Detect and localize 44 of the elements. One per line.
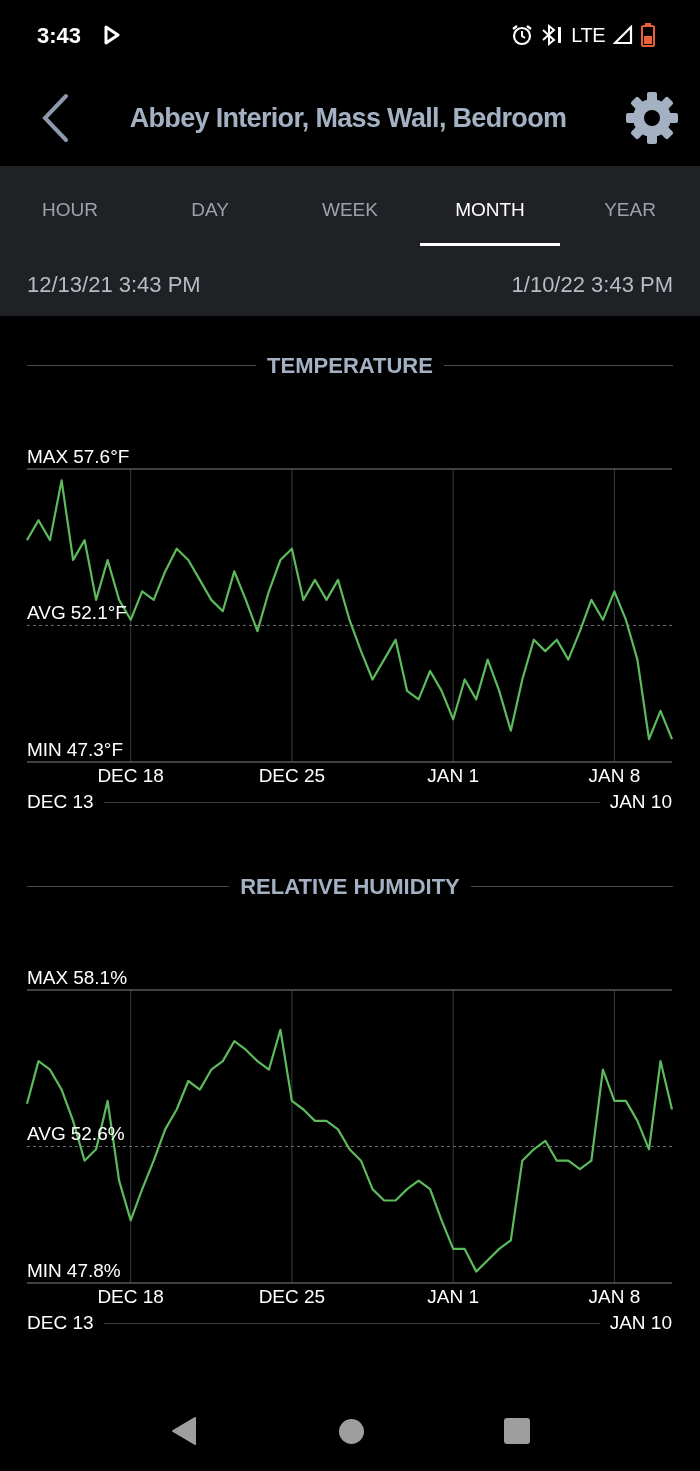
time-range-tab[interactable]: DAY — [140, 166, 280, 248]
play-icon — [103, 25, 122, 45]
section-title: TEMPERATURE — [266, 351, 434, 380]
range-end-label: JAN 10 — [609, 1312, 672, 1334]
time-range-tab[interactable]: MONTH — [420, 166, 560, 248]
time-range-tab[interactable]: HOUR — [0, 166, 140, 248]
range-start-label: DEC 13 — [27, 791, 94, 813]
stat-label: MIN — [27, 1260, 62, 1282]
end-date: 1/10/22 3:43 PM — [511, 271, 673, 299]
settings-button[interactable] — [624, 90, 680, 146]
axis-label: DEC 25 — [258, 765, 326, 787]
bluetooth-icon — [541, 23, 564, 47]
axis-label: 47.3°F — [66, 739, 123, 761]
start-date: 12/13/21 3:43 PM — [27, 271, 201, 299]
time-range-tab[interactable]: YEAR — [560, 166, 700, 248]
back-nav-button[interactable] — [170, 1416, 199, 1446]
recents-nav-button[interactable] — [503, 1418, 530, 1444]
axis-label: JAN 1 — [427, 1286, 480, 1308]
screen-title: Abbey Interior, Mass Wall, Bedroom — [129, 101, 567, 135]
axis-label: JAN 1 — [427, 765, 480, 787]
clock-time: 3:43 — [37, 21, 82, 50]
axis-label: DEC 25 — [258, 1286, 326, 1308]
axis-label: 58.1% — [73, 967, 128, 989]
alarm-icon — [511, 24, 534, 46]
battery-icon — [641, 23, 655, 47]
axis-label: 57.6°F — [73, 446, 130, 468]
signal-icon — [613, 25, 633, 45]
stat-label: AVG — [27, 1123, 66, 1146]
section-title: RELATIVE HUMIDITY — [239, 872, 461, 901]
stat-label: AVG — [27, 602, 66, 625]
stat-label: MAX — [27, 967, 69, 989]
axis-label: 47.8% — [66, 1260, 121, 1282]
network-type: LTE — [571, 23, 605, 48]
axis-label: DEC 18 — [97, 1286, 164, 1308]
range-end-label: JAN 10 — [609, 791, 672, 813]
stat-label: MIN — [27, 739, 62, 761]
axis-label: 52.1°F — [70, 602, 127, 625]
axis-label: JAN 8 — [588, 765, 641, 787]
axis-label: JAN 8 — [588, 1286, 641, 1308]
stat-label: MAX — [27, 446, 69, 468]
range-start-label: DEC 13 — [27, 1312, 94, 1334]
axis-label: DEC 18 — [97, 765, 164, 787]
time-range-tab[interactable]: WEEK — [280, 166, 420, 248]
home-nav-button[interactable] — [338, 1418, 364, 1444]
